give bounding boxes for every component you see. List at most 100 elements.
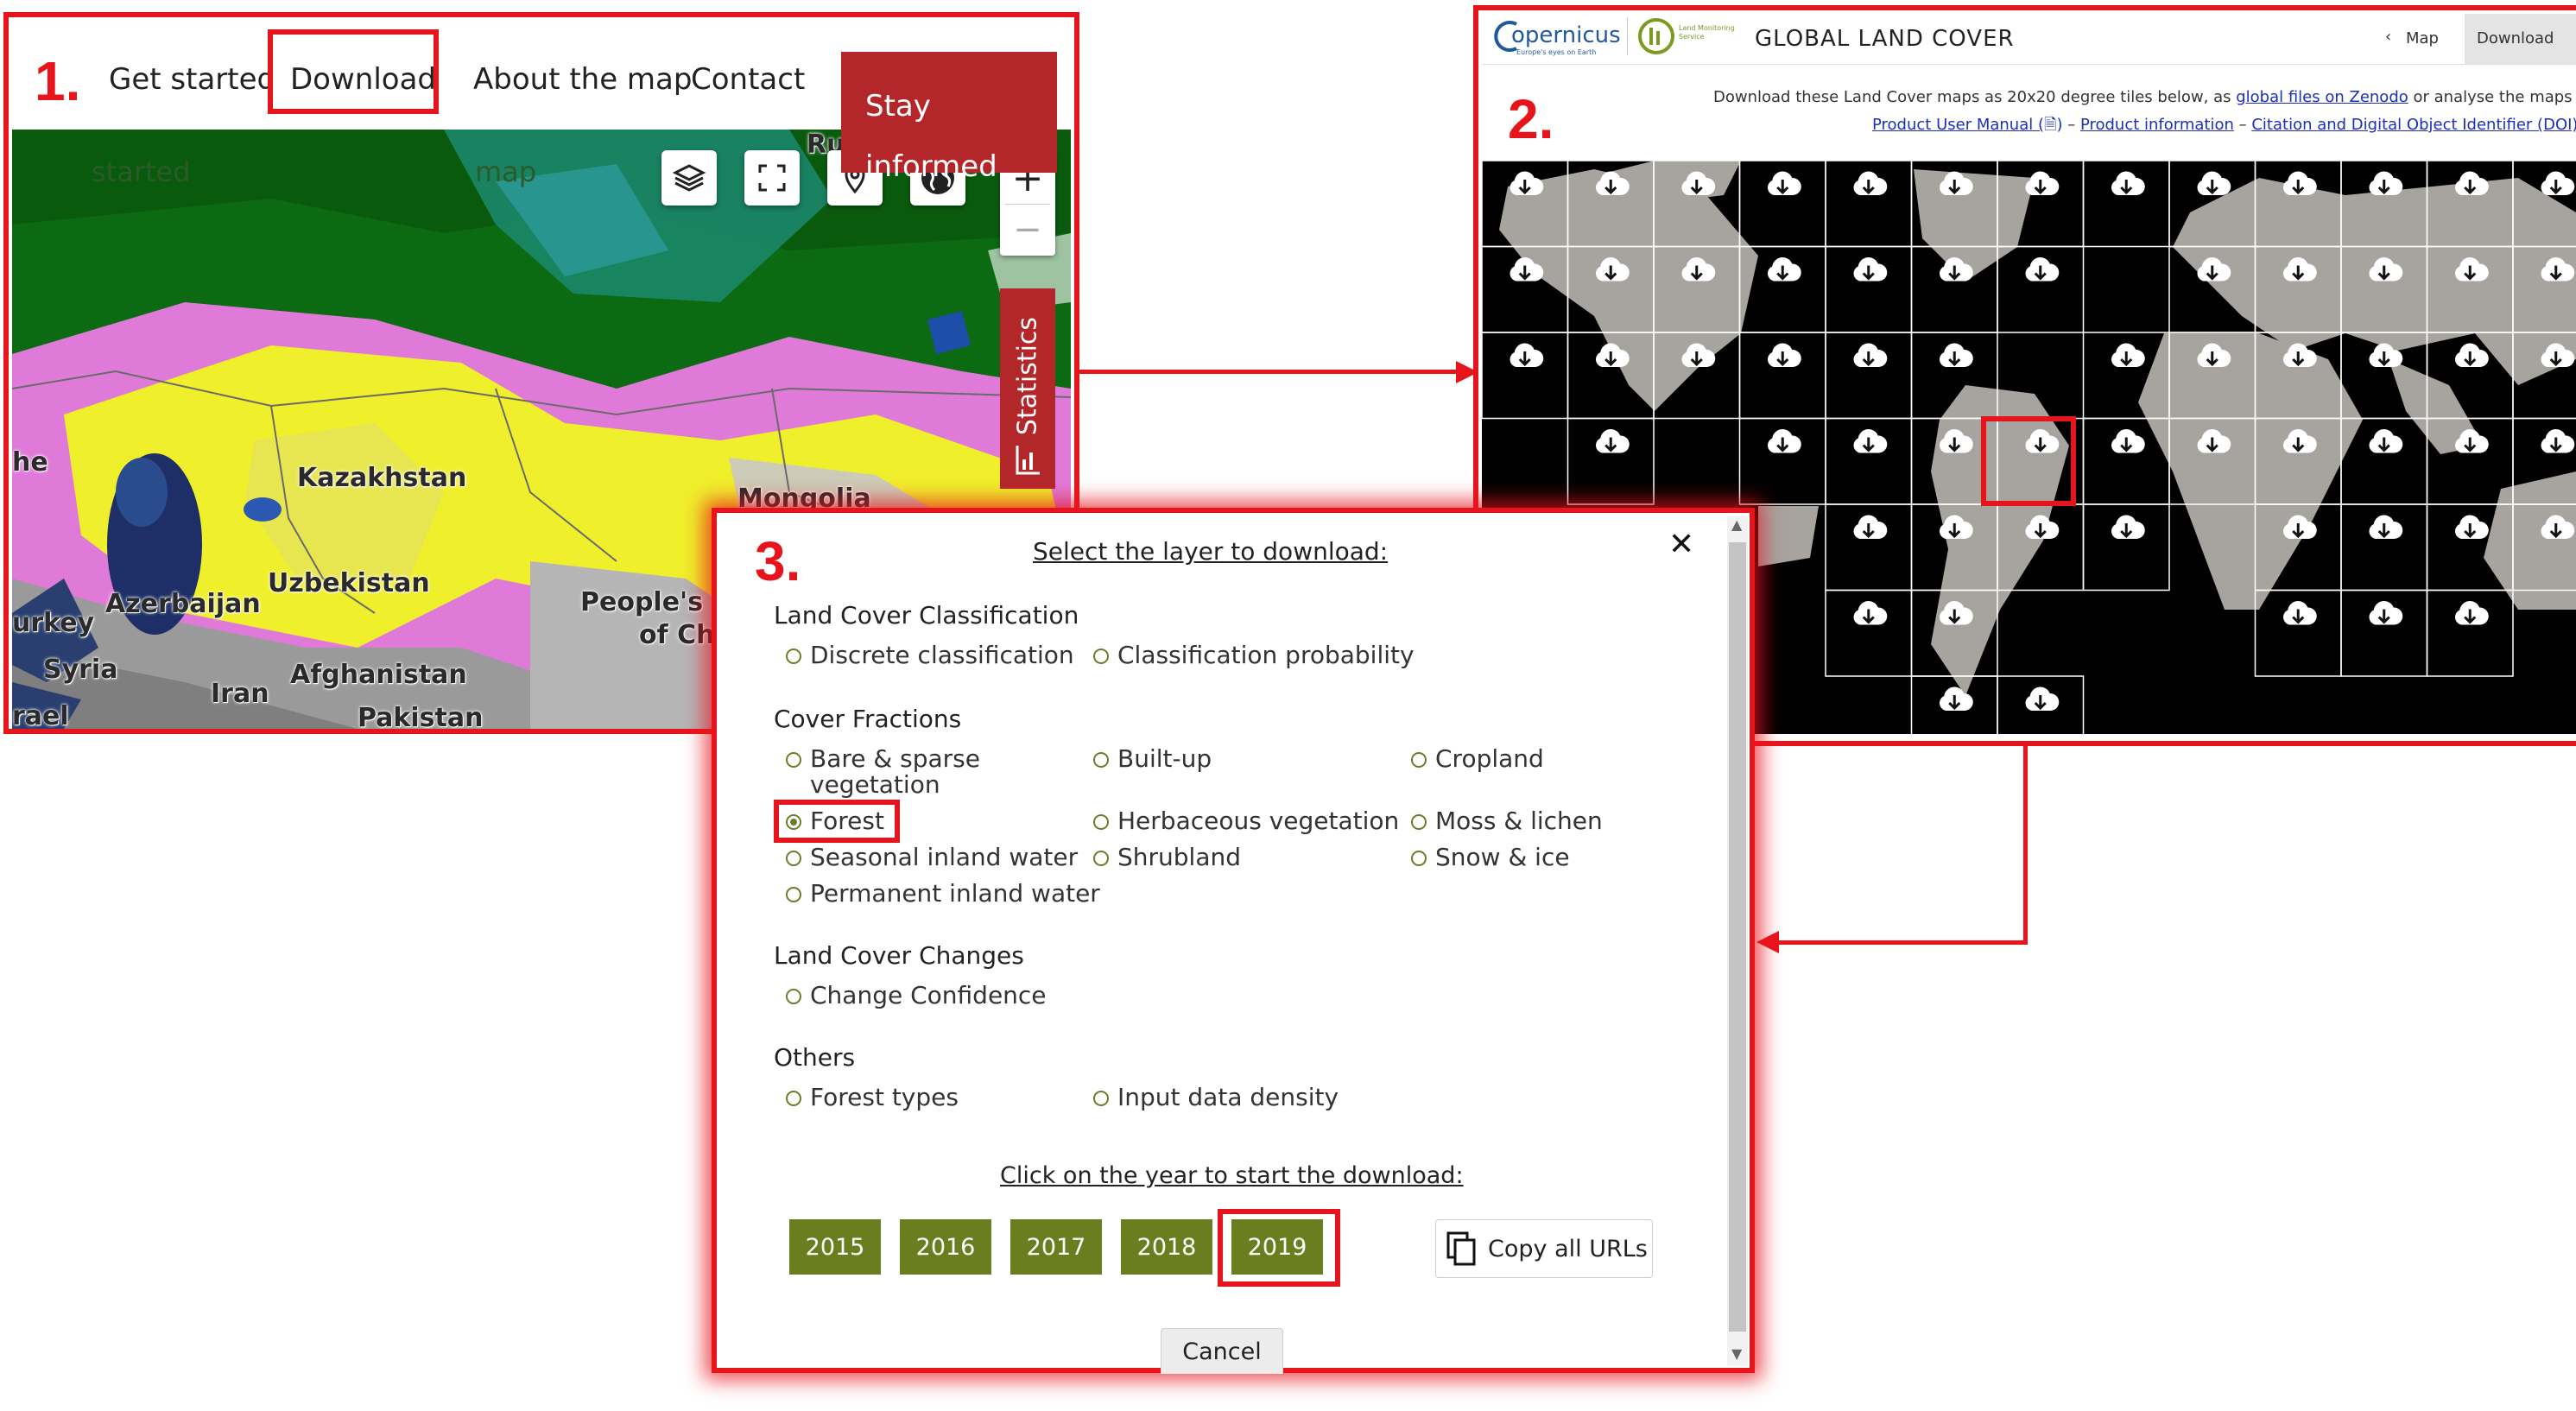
cloud-download-icon[interactable] <box>1853 515 1888 539</box>
radio-icon[interactable] <box>786 752 801 768</box>
radio-icon[interactable] <box>1093 814 1109 830</box>
cloud-download-icon[interactable] <box>1768 429 1801 453</box>
map-label-syria: Syria <box>43 655 118 685</box>
stay-informed-button[interactable]: Stay informed <box>841 52 1057 184</box>
cloud-download-icon[interactable] <box>1853 257 1888 282</box>
cloud-download-icon[interactable] <box>2541 429 2575 453</box>
cloud-download-icon[interactable] <box>1768 343 1801 367</box>
option-change-confidence[interactable]: Change Confidence <box>786 983 1047 1009</box>
zenodo-link[interactable]: global files on Zenodo <box>2236 88 2408 106</box>
option-snow-ice[interactable]: Snow & ice <box>1411 845 1570 870</box>
cloud-download-icon[interactable] <box>1768 257 1801 282</box>
lms-logo-icon <box>1638 18 1674 54</box>
cloud-download-icon[interactable] <box>2283 171 2317 195</box>
cloud-download-icon[interactable] <box>2455 515 2489 539</box>
cloud-download-icon[interactable] <box>1768 171 1801 195</box>
chevron-left-icon: ‹ <box>2385 28 2392 46</box>
radio-icon[interactable] <box>786 1091 801 1106</box>
cloud-download-icon[interactable] <box>1940 687 1973 711</box>
option-bare-sparse-vegetation[interactable]: Bare & sparse vegetation <box>786 746 980 798</box>
cloud-download-icon[interactable] <box>2111 429 2145 453</box>
year-button-2017[interactable]: 2017 <box>1010 1219 1102 1275</box>
cloud-download-icon[interactable] <box>2283 601 2317 625</box>
year-2019-highlight <box>1218 1209 1340 1287</box>
cloud-download-icon[interactable] <box>2455 343 2489 367</box>
cloud-download-icon[interactable] <box>2369 171 2403 195</box>
cloud-download-icon[interactable] <box>2025 171 2060 195</box>
year-button-2015[interactable]: 2015 <box>789 1219 881 1275</box>
fullscreen-button[interactable] <box>744 150 800 206</box>
cloud-download-icon[interactable] <box>1510 171 1544 195</box>
cloud-download-icon[interactable] <box>2455 171 2489 195</box>
cloud-download-icon[interactable] <box>2369 429 2403 453</box>
gl-cover-title: GLOBAL LAND COVER <box>1755 26 2015 52</box>
zoom-out-button[interactable]: − <box>1000 204 1055 256</box>
section-land-cover-changes: Land Cover Changes <box>774 941 1024 970</box>
cancel-button[interactable]: Cancel <box>1161 1328 1283 1374</box>
radio-icon[interactable] <box>786 989 801 1004</box>
copy-all-urls-button[interactable]: Copy all URLs <box>1435 1219 1653 1278</box>
dialog-scrollbar[interactable]: ▲ ▼ <box>1727 516 1748 1366</box>
citation-doi-link[interactable]: Citation and Digital Object Identifier (… <box>2251 116 2576 134</box>
cloud-download-icon[interactable] <box>2541 171 2575 195</box>
sep-2: – <box>2238 116 2247 134</box>
cloud-download-icon[interactable] <box>2025 687 2060 711</box>
product-information-link[interactable]: Product information <box>2080 116 2234 134</box>
option-herbaceous-vegetation[interactable]: Herbaceous vegetation <box>1093 808 1399 834</box>
scroll-down-icon[interactable]: ▼ <box>1731 1345 1742 1362</box>
option-input-data-density[interactable]: Input data density <box>1093 1085 1339 1110</box>
map-label-kazakhstan: Kazakhstan <box>297 463 467 493</box>
year-button-2018[interactable]: 2018 <box>1121 1219 1212 1275</box>
radio-icon[interactable] <box>786 851 801 866</box>
close-icon[interactable]: ✕ <box>1668 527 1694 562</box>
year-button-2016[interactable]: 2016 <box>900 1219 991 1275</box>
nav-get-started[interactable]: Get started <box>109 62 275 97</box>
cloud-download-icon[interactable] <box>2111 343 2145 367</box>
radio-icon[interactable] <box>1411 814 1427 830</box>
radio-icon[interactable] <box>786 649 801 664</box>
option-classification-probability[interactable]: Classification probability <box>1093 642 1415 668</box>
option-shrubland[interactable]: Shrubland <box>1093 845 1241 870</box>
statistics-tab[interactable]: Statistics <box>1000 288 1055 489</box>
nav-contact[interactable]: Contact <box>691 62 805 97</box>
radio-icon[interactable] <box>1093 851 1109 866</box>
nav-download-tab[interactable]: Download <box>2465 14 2576 64</box>
cloud-download-icon[interactable] <box>1853 343 1888 367</box>
option-discrete-classification[interactable]: Discrete classification <box>786 642 1074 668</box>
cloud-download-icon[interactable] <box>2025 257 2060 282</box>
cloud-download-icon[interactable] <box>2111 515 2145 539</box>
cloud-download-icon[interactable] <box>1853 429 1888 453</box>
option-seasonal-inland-water[interactable]: Seasonal inland water <box>786 845 1078 870</box>
option-built-up[interactable]: Built-up <box>1093 746 1212 772</box>
nav-map-link[interactable]: Map <box>2406 29 2439 47</box>
radio-icon[interactable] <box>786 887 801 902</box>
cloud-download-icon[interactable] <box>1596 429 1630 453</box>
cloud-download-icon[interactable] <box>2369 515 2403 539</box>
layers-button[interactable] <box>661 150 717 206</box>
cloud-download-icon[interactable] <box>1510 343 1544 367</box>
option-label: Shrubland <box>1117 843 1242 871</box>
cloud-download-icon[interactable] <box>2455 601 2489 625</box>
radio-icon[interactable] <box>1093 649 1109 664</box>
scroll-up-icon[interactable]: ▲ <box>1731 516 1742 533</box>
cloud-download-icon[interactable] <box>2197 171 2231 195</box>
cloud-download-icon[interactable] <box>1940 343 1973 367</box>
option-label: Classification probability <box>1117 641 1415 669</box>
option-permanent-inland-water[interactable]: Permanent inland water <box>786 881 1100 907</box>
cloud-download-icon[interactable] <box>2111 171 2145 195</box>
nav-about-the-map[interactable]: About the map <box>473 62 692 97</box>
cloud-download-icon[interactable] <box>1853 601 1888 625</box>
radio-icon[interactable] <box>1093 752 1109 768</box>
nav-download-label: Download <box>2477 29 2554 47</box>
cloud-download-icon[interactable] <box>2369 601 2403 625</box>
radio-icon[interactable] <box>1411 752 1427 768</box>
radio-icon[interactable] <box>1093 1091 1109 1106</box>
scrollbar-thumb[interactable] <box>1729 542 1746 1332</box>
copy-icon <box>1446 1231 1476 1266</box>
option-moss-lichen[interactable]: Moss & lichen <box>1411 808 1603 834</box>
option-forest-types[interactable]: Forest types <box>786 1085 959 1110</box>
cloud-download-icon[interactable] <box>1853 171 1888 195</box>
option-cropland[interactable]: Cropland <box>1411 746 1544 772</box>
radio-icon[interactable] <box>1411 851 1427 866</box>
product-user-manual-link[interactable]: Product User Manual ( <box>1872 116 2044 134</box>
